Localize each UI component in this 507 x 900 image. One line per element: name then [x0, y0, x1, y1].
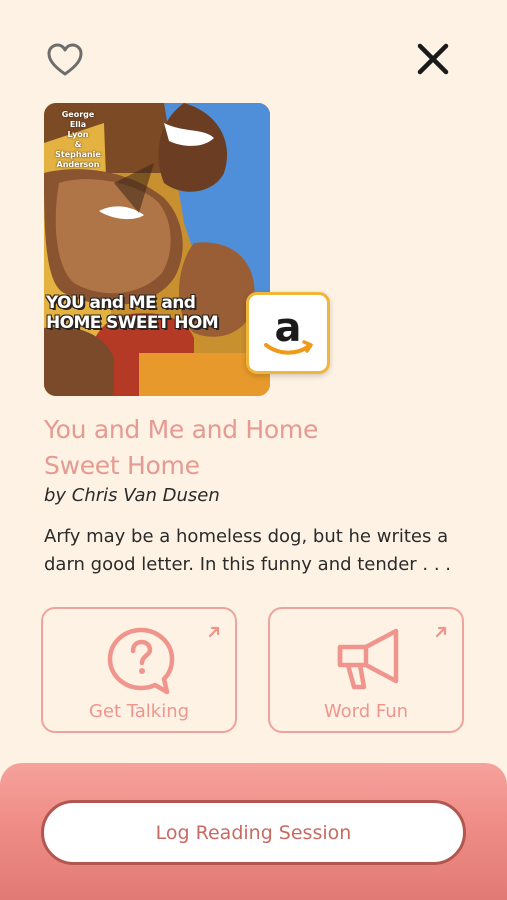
book-detail-screen: George Ella Lyon & Stephanie Anderson YO… [0, 0, 507, 900]
cover-authors-text: George Ella Lyon & Stephanie Anderson [52, 110, 104, 170]
word-fun-card[interactable]: Word Fun [268, 607, 464, 733]
book-author: by Chris Van Dusen [44, 485, 220, 506]
cover-title-text: YOU and ME and HOME SWEET HOM [46, 293, 219, 333]
amazon-logo-icon: a [264, 305, 313, 355]
get-talking-card[interactable]: Get Talking [41, 607, 237, 733]
favorite-button[interactable] [44, 40, 86, 80]
close-button[interactable] [412, 38, 454, 80]
book-description: Arfy may be a homeless dog, but he write… [44, 526, 452, 575]
cover-author-line: George [61, 110, 95, 119]
word-fun-label: Word Fun [323, 701, 409, 722]
heart-outline-icon [47, 43, 83, 76]
close-x-icon [417, 43, 449, 75]
cover-author-line: Anderson [56, 160, 100, 169]
arrow-up-right-icon [435, 626, 447, 638]
cover-author-line: & [74, 140, 82, 149]
cover-author-line: Lyon [67, 130, 89, 139]
cover-author-line: Stephanie [55, 150, 101, 159]
arrow-up-right-icon [208, 626, 220, 638]
get-talking-label: Get Talking [88, 701, 190, 722]
cover-author-line: Ella [69, 120, 87, 129]
svg-text:a: a [275, 305, 302, 351]
amazon-store-button[interactable]: a [246, 292, 330, 374]
log-reading-session-button[interactable]: Log Reading Session [41, 800, 466, 865]
book-title[interactable]: You and Me and Home Sweet Home [44, 412, 374, 484]
